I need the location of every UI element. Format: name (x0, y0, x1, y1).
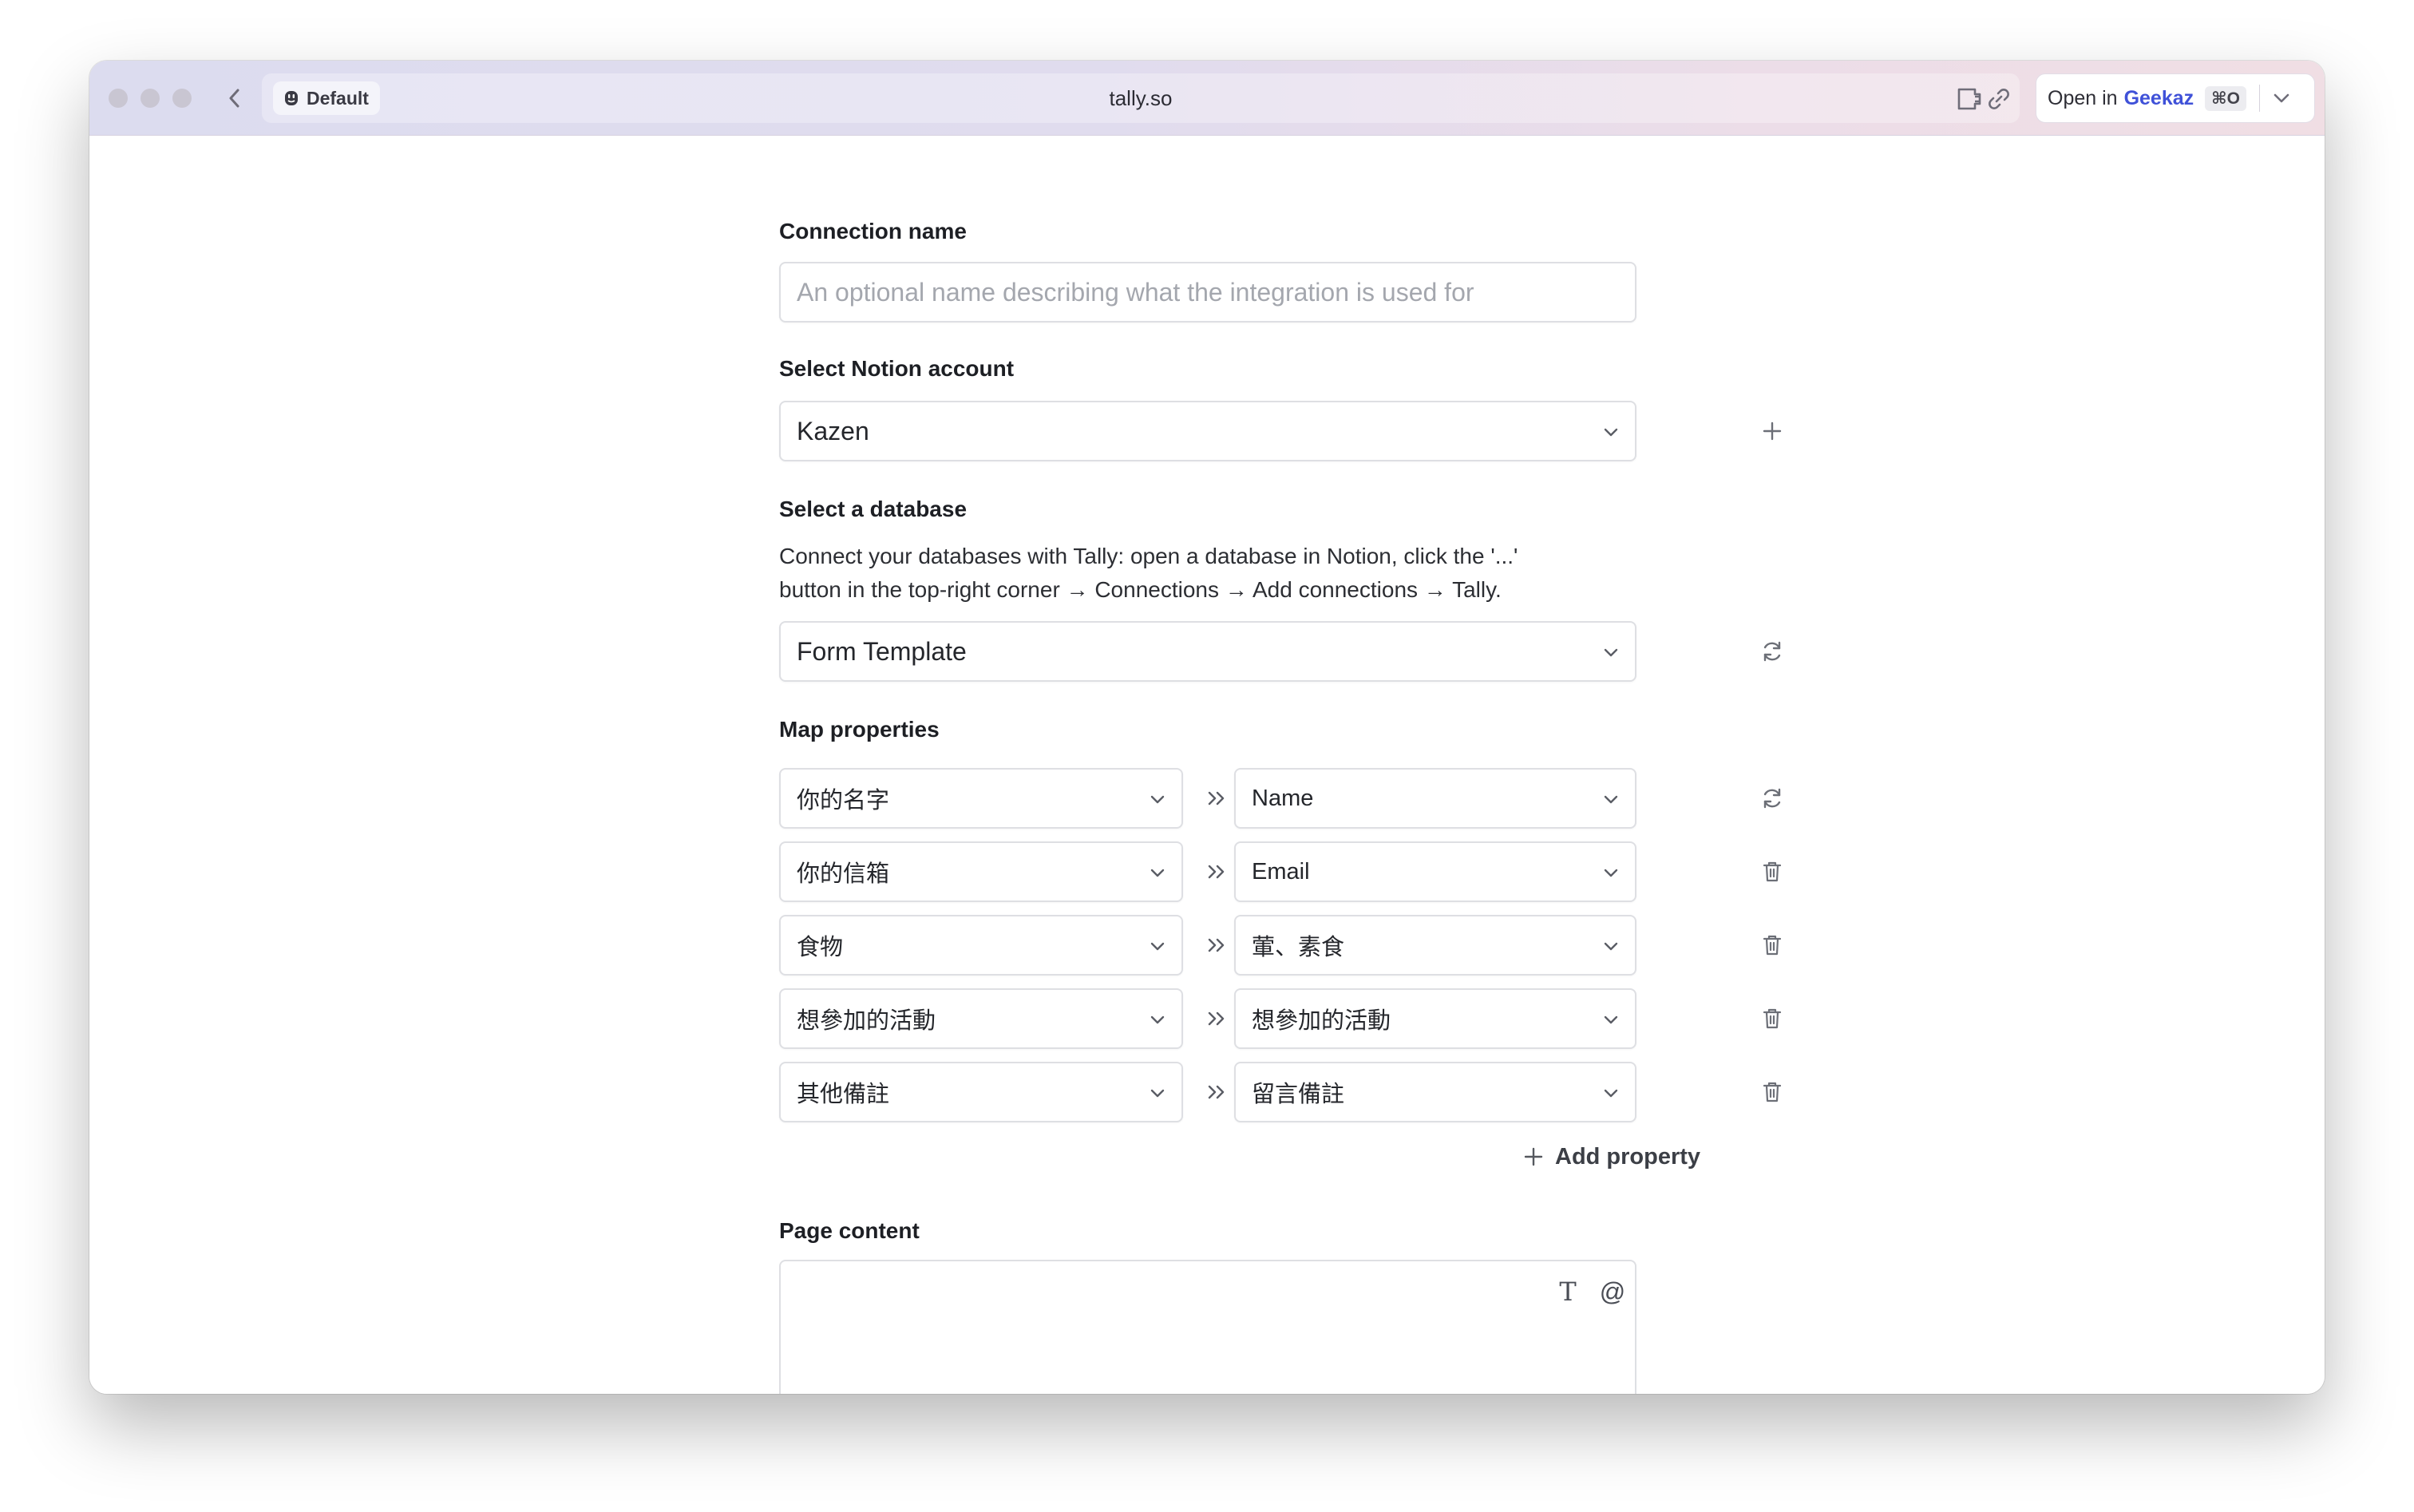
refresh-icon (1763, 641, 1781, 662)
map-target-value: Name (1252, 785, 1314, 811)
chevron-down-icon (1148, 1084, 1167, 1103)
chevron-down-icon (1601, 790, 1621, 809)
map-source-value: 你的信箱 (797, 861, 890, 887)
map-target-select[interactable]: 想參加的活動 (1234, 988, 1636, 1049)
refresh-properties-button[interactable] (1756, 782, 1788, 814)
double-chevron-right-icon (1201, 929, 1233, 961)
notion-account-value: Kazen (797, 416, 869, 445)
close-window-button[interactable] (109, 89, 128, 108)
map-source-value: 其他備註 (797, 1082, 890, 1107)
text-format-button[interactable]: T (1552, 1276, 1584, 1308)
map-target-value: Email (1252, 858, 1310, 885)
plus-icon (1763, 422, 1782, 441)
minimize-window-button[interactable] (140, 89, 160, 108)
chevron-down-icon (1148, 864, 1167, 883)
map-target-select[interactable]: Name (1234, 768, 1636, 829)
chevron-down-icon (1601, 423, 1621, 442)
chevron-down-icon (1601, 1084, 1621, 1103)
map-source-value: 食物 (797, 935, 844, 960)
open-in-shortcut: ⌘O (2205, 85, 2246, 111)
trash-icon (1763, 1008, 1782, 1029)
database-value: Form Template (797, 636, 967, 666)
address-bar[interactable]: Default tally.so (262, 73, 2020, 123)
double-chevron-right-icon (1201, 1003, 1233, 1035)
database-help-line-2: button in the top-right corner → Connect… (779, 577, 1502, 602)
delete-mapping-button[interactable] (1756, 1003, 1788, 1035)
map-source-select[interactable]: 想參加的活動 (779, 988, 1183, 1049)
add-property-label: Add property (1555, 1143, 1701, 1170)
double-chevron-right-icon (1201, 1076, 1233, 1108)
chevron-down-icon (1148, 790, 1167, 809)
connection-name-input[interactable]: An optional name describing what the int… (779, 262, 1636, 323)
notion-account-select[interactable]: Kazen (779, 401, 1636, 461)
map-source-value: 想參加的活動 (797, 1008, 936, 1034)
url-text: tally.so (1109, 86, 1173, 110)
map-target-select[interactable]: 葷、素食 (1234, 915, 1636, 976)
map-target-select[interactable]: 留言備註 (1234, 1062, 1636, 1122)
connection-name-label: Connection name (779, 219, 967, 243)
chevron-down-icon (1148, 1011, 1167, 1030)
mention-button[interactable]: @ (1597, 1276, 1628, 1308)
map-source-value: 你的名字 (797, 788, 890, 813)
chevron-down-icon (1601, 643, 1621, 663)
map-target-value: 留言備註 (1252, 1082, 1345, 1107)
delete-mapping-button[interactable] (1756, 929, 1788, 961)
connection-name-placeholder: An optional name describing what the int… (797, 277, 1474, 307)
open-in-app-button[interactable]: Open in Geekaz ⌘O (2036, 73, 2315, 123)
map-target-value: 葷、素食 (1252, 935, 1345, 960)
add-property-button[interactable]: Add property (1523, 1138, 1700, 1175)
database-label: Select a database (779, 497, 968, 521)
back-button[interactable] (219, 81, 251, 115)
notion-account-label: Select Notion account (779, 356, 1015, 381)
page-content-label: Page content (779, 1218, 920, 1243)
puzzle-icon (1957, 88, 1981, 110)
chevron-down-icon (1148, 937, 1167, 956)
map-target-value: 想參加的活動 (1252, 1008, 1391, 1034)
trash-icon (1763, 1082, 1782, 1102)
divider (2258, 85, 2260, 112)
open-in-app-name: Geekaz (2123, 86, 2194, 109)
delete-mapping-button[interactable] (1756, 856, 1788, 888)
browser-window: Default tally.so Open in Geekaz ⌘O Conne… (89, 61, 2325, 1394)
map-source-select[interactable]: 食物 (779, 915, 1183, 976)
chevron-down-icon (1601, 864, 1621, 883)
chevron-down-icon (2274, 93, 2289, 103)
chevron-left-icon (229, 89, 239, 108)
open-in-menu-button[interactable] (2273, 93, 2290, 104)
map-source-select[interactable]: 其他備註 (779, 1062, 1183, 1122)
page-content-editor[interactable]: T @ (779, 1260, 1636, 1394)
plus-icon (1524, 1147, 1543, 1166)
page-content-area: Connection name An optional name describ… (89, 136, 2325, 1394)
open-in-label: Open in (2048, 86, 2118, 109)
trash-icon (1763, 935, 1782, 956)
refresh-icon (1763, 788, 1781, 809)
title-bar: Default tally.so Open in Geekaz ⌘O (89, 61, 2325, 136)
extension-button[interactable] (1956, 85, 1985, 113)
map-source-select[interactable]: 你的名字 (779, 768, 1183, 829)
text-format-icon: T (1559, 1276, 1577, 1307)
double-chevron-right-icon (1201, 782, 1233, 814)
map-source-select[interactable]: 你的信箱 (779, 841, 1183, 902)
refresh-databases-button[interactable] (1756, 635, 1788, 667)
delete-mapping-button[interactable] (1756, 1076, 1788, 1108)
map-properties-label: Map properties (779, 717, 940, 742)
database-select[interactable]: Form Template (779, 621, 1636, 682)
add-account-button[interactable] (1756, 415, 1788, 447)
link-icon (1989, 89, 2009, 109)
map-target-select[interactable]: Email (1234, 841, 1636, 902)
zoom-window-button[interactable] (172, 89, 192, 108)
chevron-down-icon (1601, 1011, 1621, 1030)
double-chevron-right-icon (1201, 856, 1233, 888)
database-help-line-1: Connect your databases with Tally: open … (779, 544, 1518, 568)
chevron-down-icon (1601, 937, 1621, 956)
mention-icon: @ (1599, 1276, 1626, 1306)
copy-link-button[interactable] (1985, 85, 2013, 113)
trash-icon (1763, 861, 1782, 882)
